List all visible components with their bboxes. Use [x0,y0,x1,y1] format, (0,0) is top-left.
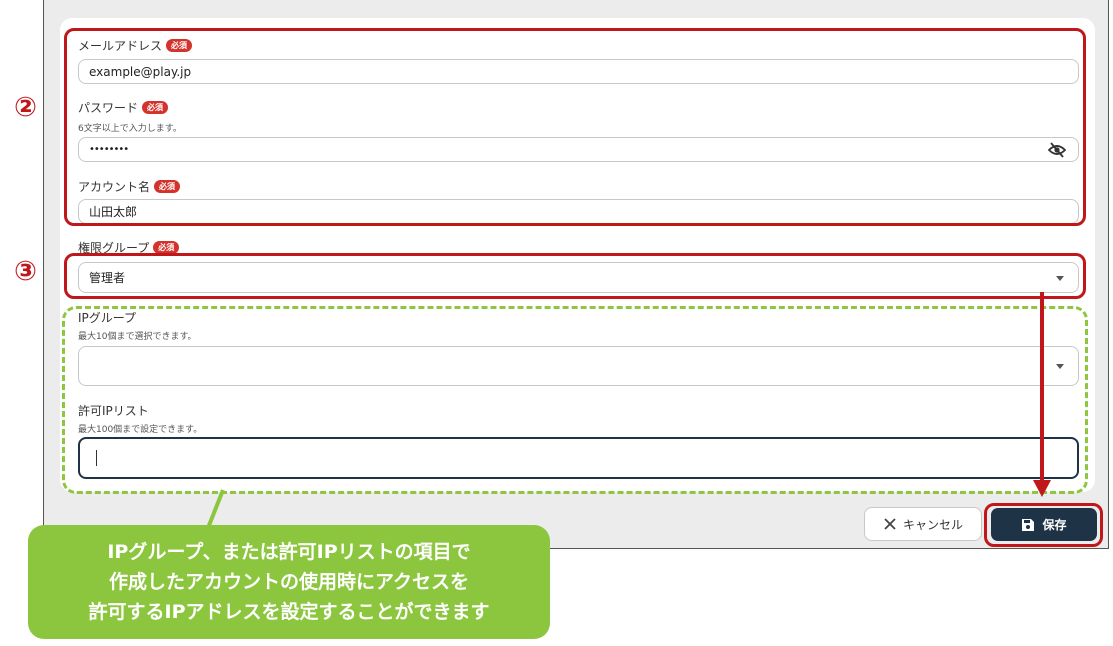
annotation-dashed-box [62,306,1088,494]
marker-3: ③ [14,256,37,287]
cancel-button[interactable]: キャンセル [864,507,982,541]
save-icon [1022,518,1035,531]
annotation-arrow [1033,292,1051,497]
marker-2: ② [14,92,37,123]
annotation-box-2 [64,28,1086,226]
callout-note: IPグループ、または許可IPリストの項目で 作成したアカウントの使用時にアクセス… [28,525,550,639]
close-icon [884,518,896,530]
annotation-box-3 [64,253,1086,299]
save-button[interactable]: 保存 [991,508,1097,541]
